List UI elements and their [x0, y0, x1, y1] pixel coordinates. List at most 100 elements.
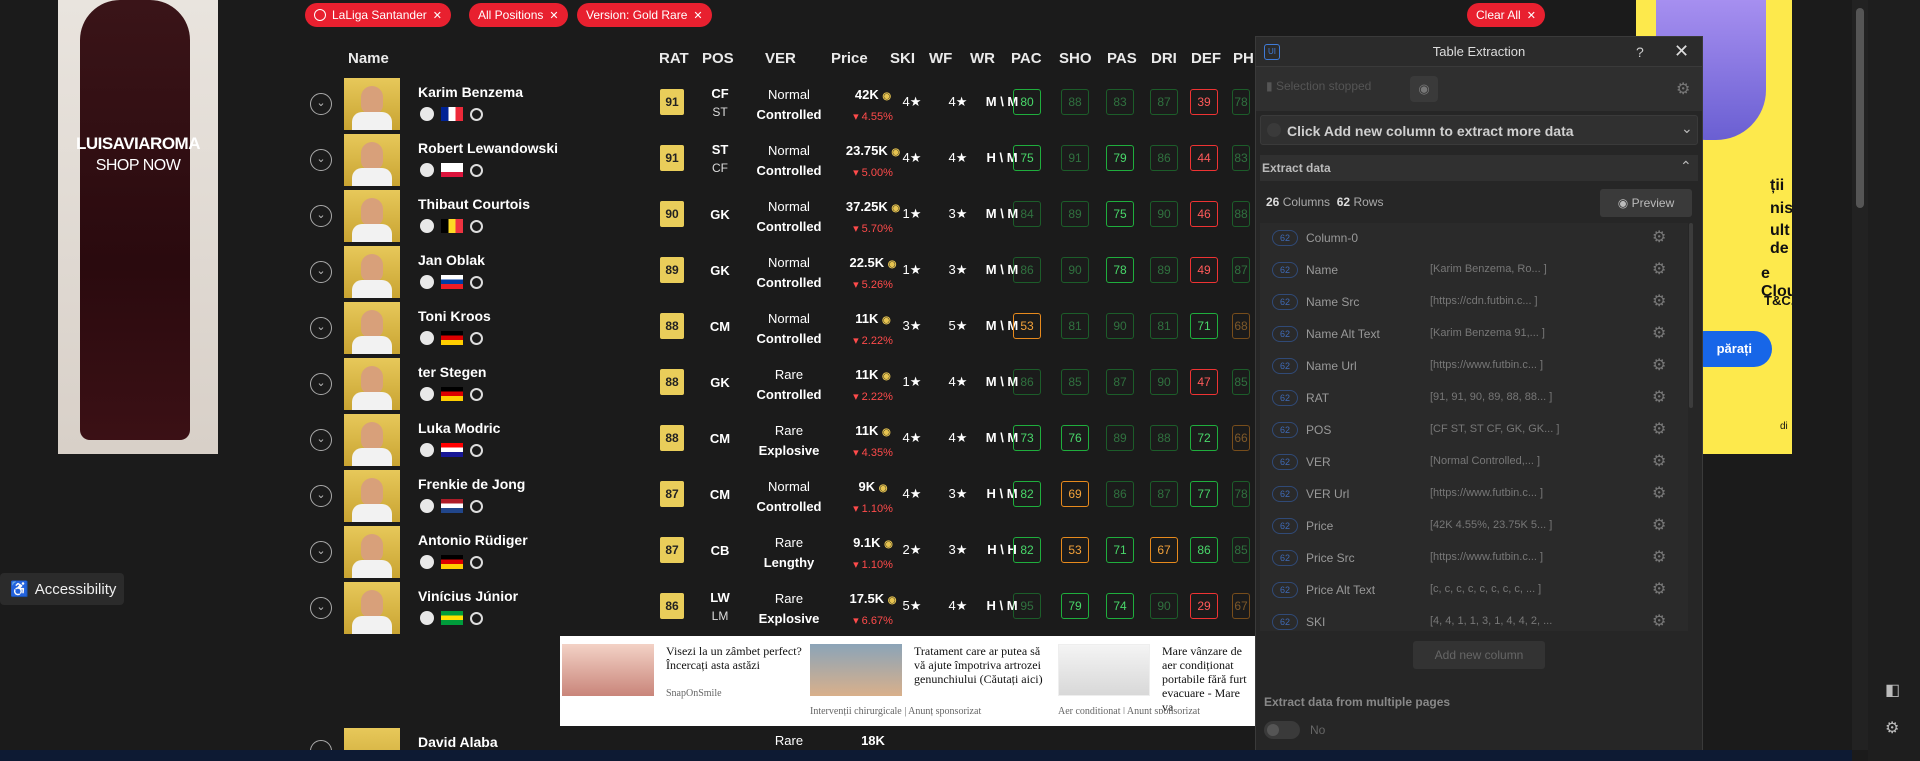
column-name[interactable]: POS — [1306, 423, 1331, 437]
expand-icon[interactable]: ⌄ — [310, 205, 332, 227]
table-row[interactable]: ⌄ Thibaut Courtois 90 GK Normal Controll… — [302, 188, 1302, 244]
gear-icon[interactable]: ⚙ — [1652, 387, 1666, 407]
ad-card[interactable]: Mare vânzare de aer condiționat portabil… — [1058, 644, 1254, 714]
header-rat[interactable]: RAT — [659, 50, 689, 67]
add-column-hint[interactable]: Click Add new column to extract more dat… — [1260, 115, 1698, 145]
remove-filter-icon[interactable]: ✕ — [549, 9, 558, 22]
column-name[interactable]: Name Src — [1306, 295, 1359, 309]
column-name[interactable]: VER — [1306, 455, 1331, 469]
header-name[interactable]: Name — [348, 50, 389, 67]
version[interactable]: Rare Explosive — [744, 421, 834, 461]
column-name[interactable]: Price Src — [1306, 551, 1355, 565]
expand-icon[interactable]: ⌄ — [310, 261, 332, 283]
header-pac[interactable]: PAC — [1011, 50, 1042, 67]
column-name[interactable]: SKI — [1306, 615, 1325, 629]
clear-all-button[interactable]: Clear All ✕ — [1467, 3, 1545, 27]
column-name[interactable]: Name — [1306, 263, 1338, 277]
table-row[interactable]: ⌄ ter Stegen 88 GK Rare Controlled 11K ◉… — [302, 356, 1302, 412]
version[interactable]: Normal Controlled — [744, 197, 834, 237]
header-ski[interactable]: SKI — [890, 50, 915, 67]
column-item[interactable]: 62 VER [Normal Controlled,... ] ⚙ — [1260, 447, 1688, 479]
version[interactable]: Normal Controlled — [744, 85, 834, 125]
help-icon[interactable]: ? — [1636, 44, 1644, 60]
ad-card[interactable]: Tratament care ar putea să vă ajute împo… — [810, 644, 1050, 717]
header-price[interactable]: Price — [831, 50, 868, 67]
ad-title[interactable]: Tratament care ar putea să vă ajute împo… — [914, 644, 1054, 686]
gear-icon[interactable]: ⚙ — [1652, 291, 1666, 311]
column-item[interactable]: 62 Name [Karim Benzema, Ro... ] ⚙ — [1260, 255, 1688, 287]
column-name[interactable]: Price Alt Text — [1306, 583, 1375, 597]
header-pas[interactable]: PAS — [1107, 50, 1137, 67]
column-name[interactable]: Name Alt Text — [1306, 327, 1380, 341]
left-advertisement[interactable]: LUISAVIAROMA SHOP NOW — [58, 0, 218, 454]
ad-title[interactable]: Visezi la un zâmbet perfect? Încercați a… — [666, 644, 806, 672]
table-row[interactable]: ⌄ Robert Lewandowski 91 ST CF Normal Con… — [302, 132, 1302, 188]
table-row[interactable]: ⌄ David Alaba Rare 18K — [302, 728, 1302, 750]
player-name[interactable]: Thibaut Courtois — [418, 196, 530, 212]
preview-button[interactable]: ◉ Preview — [1600, 189, 1692, 217]
table-row[interactable]: ⌄ Antonio Rüdiger 87 CB Rare Lengthy 9.1… — [302, 524, 1302, 580]
ad-cta[interactable]: SHOP NOW — [58, 157, 218, 175]
column-item[interactable]: 62 Name Src [https://cdn.futbin.c... ] ⚙ — [1260, 287, 1688, 319]
player-name[interactable]: Karim Benzema — [418, 84, 523, 100]
gear-icon[interactable]: ⚙ — [1676, 79, 1690, 99]
player-name[interactable]: ter Stegen — [418, 364, 486, 380]
column-item[interactable]: 62 SKI [4, 4, 1, 1, 3, 1, 4, 4, 2, ... ⚙ — [1260, 607, 1688, 631]
expand-icon[interactable]: ⌄ — [310, 317, 332, 339]
header-pos[interactable]: POS — [702, 50, 734, 67]
remove-filter-icon[interactable]: ✕ — [693, 9, 702, 22]
column-name[interactable]: RAT — [1306, 391, 1329, 405]
table-row[interactable]: ⌄ Vinícius Júnior 86 LW LM Rare Explosiv… — [302, 580, 1302, 636]
column-item[interactable]: 62 Column-0 ⚙ — [1260, 223, 1688, 255]
expand-icon[interactable]: ⌄ — [310, 597, 332, 619]
add-new-column-button[interactable]: Add new column — [1413, 641, 1545, 669]
gear-icon[interactable]: ⚙ — [1652, 227, 1666, 247]
version[interactable]: Rare Explosive — [744, 589, 834, 629]
version[interactable]: Normal Controlled — [744, 309, 834, 349]
column-name[interactable]: Price — [1306, 519, 1333, 533]
gear-icon[interactable]: ⚙ — [1652, 419, 1666, 439]
gear-icon[interactable]: ⚙ — [1652, 515, 1666, 535]
expand-icon[interactable]: ⌄ — [310, 429, 332, 451]
extract-data-section-header[interactable]: Extract data ⌃ — [1260, 155, 1698, 181]
player-name[interactable]: Frenkie de Jong — [418, 476, 525, 492]
column-item[interactable]: 62 Name Alt Text [Karim Benzema 91,... ]… — [1260, 319, 1688, 351]
header-def[interactable]: DEF — [1191, 50, 1221, 67]
gear-icon[interactable]: ⚙ — [1652, 611, 1666, 631]
close-icon[interactable]: ✕ — [1674, 41, 1689, 62]
header-dri[interactable]: DRI — [1151, 50, 1177, 67]
header-wf[interactable]: WF — [929, 50, 952, 67]
header-wr[interactable]: WR — [970, 50, 995, 67]
filter-chip-league[interactable]: LaLiga Santander ✕ — [305, 3, 451, 27]
column-list-scrollbar[interactable] — [1689, 223, 1695, 631]
accessibility-button[interactable]: ♿ Accessibility — [0, 573, 124, 605]
table-row[interactable]: ⌄ Toni Kroos 88 CM Normal Controlled 11K… — [302, 300, 1302, 356]
gear-icon[interactable]: ⚙ — [1652, 547, 1666, 567]
chevron-up-icon[interactable]: ⌃ — [1680, 158, 1692, 175]
filter-chip-version[interactable]: Version: Gold Rare ✕ — [577, 3, 712, 27]
player-name[interactable]: Luka Modric — [418, 420, 500, 436]
gear-icon[interactable]: ⚙ — [1885, 718, 1899, 738]
table-row[interactable]: ⌄ Frenkie de Jong 87 CM Normal Controlle… — [302, 468, 1302, 524]
filter-chip-positions[interactable]: All Positions ✕ — [469, 3, 568, 27]
column-name[interactable]: Column-0 — [1306, 231, 1358, 245]
ad-title[interactable]: Mare vânzare de aer condiționat portabil… — [1162, 644, 1254, 714]
eye-icon[interactable]: ◉ — [1410, 76, 1438, 102]
multi-page-toggle[interactable] — [1264, 721, 1300, 739]
column-item[interactable]: 62 VER Url [https://www.futbin.c... ] ⚙ — [1260, 479, 1688, 511]
version[interactable]: Normal Controlled — [744, 477, 834, 517]
column-item[interactable]: 62 Price Alt Text [c, c, c, c, c, c, c, … — [1260, 575, 1688, 607]
page-scrollbar[interactable] — [1852, 0, 1868, 750]
expand-icon[interactable]: ⌄ — [310, 485, 332, 507]
version[interactable]: Rare Lengthy — [744, 533, 834, 573]
column-name[interactable]: VER Url — [1306, 487, 1349, 501]
column-item[interactable]: 62 Price Src [https://www.futbin.c... ] … — [1260, 543, 1688, 575]
column-item[interactable]: 62 POS [CF ST, ST CF, GK, GK... ] ⚙ — [1260, 415, 1688, 447]
expand-icon[interactable]: ⌄ — [310, 373, 332, 395]
header-ver[interactable]: VER — [765, 50, 796, 67]
gear-icon[interactable]: ⚙ — [1652, 579, 1666, 599]
version[interactable]: Normal Controlled — [744, 141, 834, 181]
player-name[interactable]: Jan Oblak — [418, 252, 485, 268]
remove-filter-icon[interactable]: ✕ — [433, 9, 442, 22]
player-name[interactable]: Antonio Rüdiger — [418, 532, 528, 548]
